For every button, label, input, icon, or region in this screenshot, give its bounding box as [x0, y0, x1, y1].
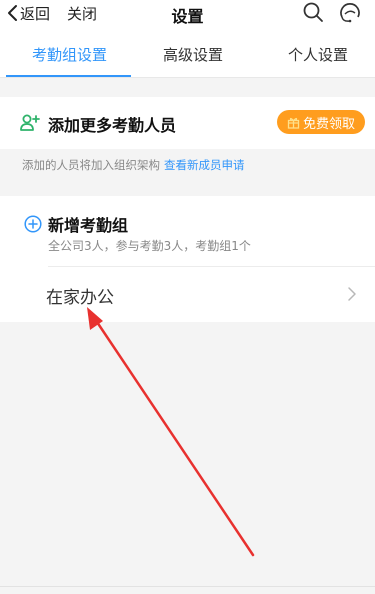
- active-tab-indicator: [6, 75, 131, 77]
- add-user-icon: [20, 114, 40, 131]
- back-label: 返回: [20, 4, 51, 23]
- chevron-right-icon: [348, 287, 356, 301]
- new-member-requests-link[interactable]: 查看新成员申请: [164, 158, 245, 172]
- chevron-left-icon: [8, 5, 17, 21]
- plus-circle-icon[interactable]: [24, 215, 42, 233]
- attendance-groups-section: 新增考勤组 全公司3人，参与考勤3人，考勤组1个 在家办公: [0, 196, 375, 322]
- bottom-divider: [0, 586, 375, 587]
- free-claim-label: 免费领取: [302, 116, 355, 132]
- back-button[interactable]: 返回: [6, 3, 50, 23]
- tab-personal-settings[interactable]: 个人设置: [288, 44, 348, 65]
- page-title: 设置: [171, 7, 204, 26]
- gift-icon: [287, 117, 300, 129]
- tab-advanced-settings[interactable]: 高级设置: [163, 44, 223, 65]
- new-attendance-group-button[interactable]: 新增考勤组: [48, 212, 128, 236]
- add-members-label: 添加更多考勤人员: [48, 116, 177, 135]
- help-icon[interactable]: [338, 1, 362, 25]
- group-name: 在家办公: [46, 288, 114, 308]
- search-icon[interactable]: [302, 1, 324, 23]
- tab-attendance-group-settings[interactable]: 考勤组设置: [32, 44, 107, 65]
- hint-text: 添加的人员将加入组织架构: [22, 158, 160, 172]
- add-members-hint: 添加的人员将加入组织架构 查看新成员申请: [22, 157, 245, 173]
- add-members-row[interactable]: 添加更多考勤人员 免费领取: [0, 97, 375, 149]
- tab-bar: 考勤组设置 高级设置 个人设置: [0, 28, 375, 78]
- close-button[interactable]: 关闭: [67, 3, 97, 24]
- navbar: 返回 关闭 设置: [0, 0, 375, 28]
- groups-summary: 全公司3人，参与考勤3人，考勤组1个: [48, 239, 251, 253]
- list-item[interactable]: 在家办公: [0, 267, 375, 322]
- free-claim-button[interactable]: 免费领取: [277, 110, 365, 134]
